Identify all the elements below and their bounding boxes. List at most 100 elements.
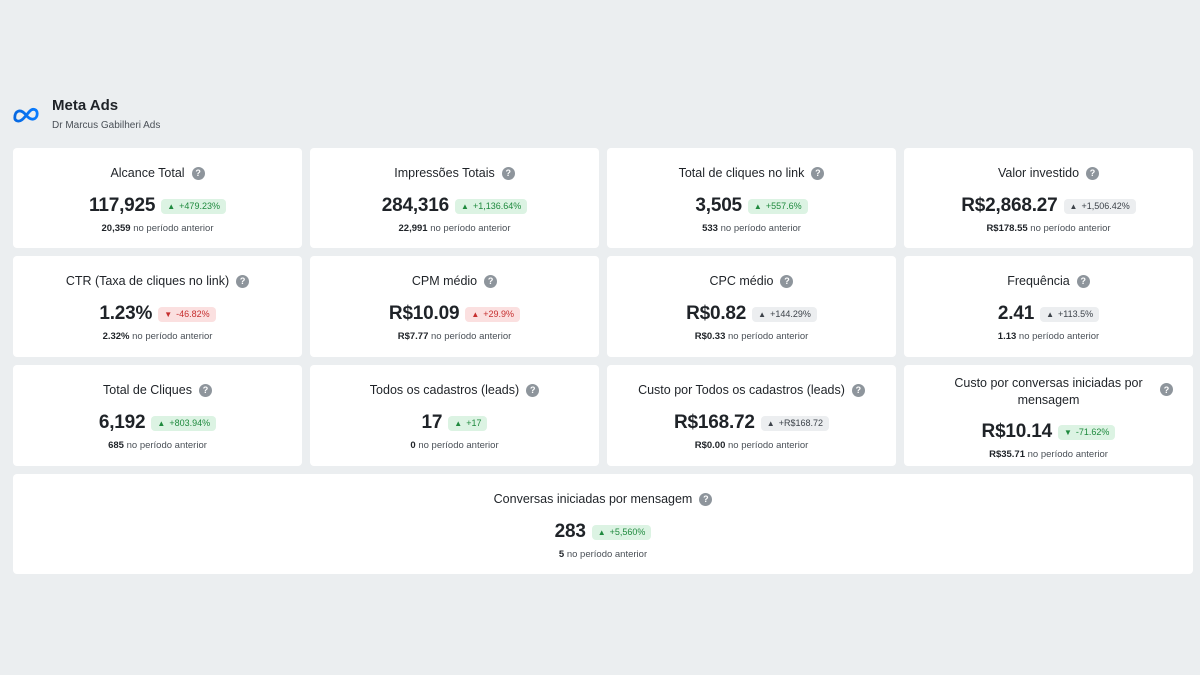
- change-value: +29.9%: [483, 308, 515, 319]
- previous-period: R$0.33 no período anterior: [695, 331, 809, 342]
- metric-value-row: R$10.14 ▼ -71.62%: [982, 421, 1116, 443]
- previous-value: 0: [410, 440, 416, 451]
- app-header: Meta Ads Dr Marcus Gabilheri Ads: [12, 96, 160, 131]
- previous-label: no período anterior: [1018, 331, 1100, 342]
- metric-title: Custo por Todos os cadastros (leads)?: [638, 382, 865, 399]
- previous-value: R$0.00: [694, 440, 726, 451]
- help-icon[interactable]: ?: [484, 275, 498, 288]
- previous-period: 20,359 no período anterior: [102, 223, 214, 234]
- metric-value: 1.23%: [99, 303, 153, 324]
- metric-value: 6,192: [98, 412, 146, 433]
- metric-card: ? Custo por conversas iniciadas por mensa…: [904, 365, 1193, 466]
- metric-value: 283: [554, 521, 586, 542]
- help-icon[interactable]: ?: [699, 493, 713, 506]
- change-badge: ▲ +1,136.64%: [455, 198, 528, 214]
- previous-label: no período anterior: [133, 223, 214, 234]
- change-badge: ▼ -71.62%: [1057, 424, 1116, 440]
- previous-period: 5 no período anterior: [559, 549, 647, 560]
- metric-title-text: Custo por Todos os cadastros (leads): [638, 383, 845, 397]
- account-name: Dr Marcus Gabilheri Ads: [52, 120, 161, 131]
- previous-value: 20,359: [101, 223, 131, 234]
- metric-value: R$0.82: [686, 303, 747, 324]
- help-icon[interactable]: ?: [851, 384, 865, 397]
- help-icon[interactable]: ?: [1160, 383, 1173, 396]
- metric-title-text: CTR (Taxa de cliques no link): [65, 274, 230, 288]
- change-badge: ▲ +144.29%: [752, 306, 817, 322]
- change-badge: ▲ +17: [448, 415, 488, 431]
- arrow-up-icon: ▲: [758, 309, 767, 319]
- change-value: +17: [466, 417, 482, 428]
- metric-title-text: CPC médio: [709, 274, 774, 288]
- metric-title-text: Alcance Total: [110, 166, 185, 180]
- help-icon[interactable]: ?: [526, 384, 540, 397]
- arrow-up-icon: ▲: [1069, 201, 1078, 211]
- metrics-grid: Alcance Total? 117,925 ▲ +479.23% 20,359 no …: [13, 148, 1194, 574]
- help-icon[interactable]: ?: [501, 167, 515, 180]
- previous-period: R$35.71 no período anterior: [989, 449, 1108, 460]
- change-value: +113.5%: [1057, 308, 1094, 319]
- previous-period: 22,991 no período anterior: [399, 223, 511, 234]
- previous-value: R$178.55: [986, 223, 1028, 234]
- previous-value: R$7.77: [397, 331, 429, 342]
- metric-title: Total de Cliques?: [103, 382, 212, 399]
- previous-value: 2.32%: [102, 331, 130, 342]
- metric-value: 3,505: [695, 195, 742, 216]
- previous-label: no período anterior: [720, 223, 801, 234]
- change-value: +479.23%: [179, 200, 220, 211]
- metric-value: R$2,868.27: [961, 195, 1058, 216]
- change-badge: ▲ +R$168.72: [760, 415, 830, 431]
- metric-title-text: Total de cliques no link: [678, 166, 805, 180]
- metric-value-row: R$2,868.27 ▲ +1,506.42%: [961, 195, 1136, 217]
- change-value: +1,506.42%: [1081, 200, 1130, 211]
- metric-title-text: Conversas iniciadas por mensagem: [493, 492, 693, 506]
- help-icon[interactable]: ?: [236, 275, 250, 288]
- metric-title: Custo por conversas iniciadas por mensag…: [934, 375, 1164, 409]
- metric-card: CPC médio? R$0.82 ▲ +144.29% R$0.33 no perío…: [607, 256, 896, 357]
- metric-title-text: Total de Cliques: [103, 383, 192, 397]
- previous-label: no período anterior: [430, 223, 511, 234]
- metric-value-row: 3,505 ▲ +557.6%: [695, 195, 808, 217]
- previous-label: no período anterior: [126, 440, 207, 451]
- change-value: +5,560%: [609, 526, 646, 537]
- metric-value-row: 284,316 ▲ +1,136.64%: [382, 195, 528, 217]
- metric-title: Alcance Total?: [110, 165, 205, 182]
- metric-card: Frequência? 2.41 ▲ +113.5% 1.13 no período a…: [904, 256, 1193, 357]
- previous-label: no período anterior: [728, 440, 809, 451]
- metric-value: R$10.14: [981, 421, 1053, 442]
- previous-period: 533 no período anterior: [702, 223, 801, 234]
- metric-title-text: Impressões Totais: [394, 166, 495, 180]
- help-icon[interactable]: ?: [1076, 275, 1090, 288]
- metric-title: Todos os cadastros (leads)?: [370, 382, 540, 399]
- metric-title: Frequência?: [1007, 273, 1090, 290]
- help-icon[interactable]: ?: [198, 384, 212, 397]
- arrow-down-icon: ▼: [164, 309, 173, 319]
- previous-period: 0 no período anterior: [410, 440, 498, 451]
- help-icon[interactable]: ?: [1086, 167, 1100, 180]
- metric-title-text: CPM médio: [411, 274, 478, 288]
- metric-value: 2.41: [997, 303, 1035, 324]
- help-icon[interactable]: ?: [191, 167, 205, 180]
- arrow-up-icon: ▲: [167, 201, 176, 211]
- metric-card: Impressões Totais? 284,316 ▲ +1,136.64% 22,9…: [310, 148, 599, 248]
- metric-value-row: 6,192 ▲ +803.94%: [98, 412, 217, 434]
- previous-value: 685: [108, 440, 124, 451]
- metric-card: Total de cliques no link? 3,505 ▲ +557.6% 53…: [607, 148, 896, 248]
- change-value: +R$168.72: [778, 417, 824, 428]
- change-badge: ▲ +803.94%: [151, 415, 217, 431]
- change-badge: ▲ +479.23%: [161, 198, 226, 214]
- arrow-up-icon: ▲: [461, 201, 469, 211]
- previous-value: 5: [558, 549, 565, 560]
- previous-period: R$0.00 no período anterior: [695, 440, 809, 451]
- metric-value-row: 117,925 ▲ +479.23%: [89, 195, 226, 217]
- metric-card: Conversas iniciadas por mensagem? 283 ▲ +5,…: [13, 474, 1193, 574]
- arrow-up-icon: ▲: [157, 418, 166, 428]
- arrow-up-icon: ▲: [753, 201, 762, 211]
- metric-value: R$10.09: [388, 303, 460, 324]
- help-icon[interactable]: ?: [811, 167, 825, 180]
- change-badge: ▲ +557.6%: [747, 198, 808, 214]
- metric-title: Total de cliques no link?: [679, 165, 825, 182]
- change-badge: ▲ +113.5%: [1040, 306, 1100, 322]
- help-icon[interactable]: ?: [780, 275, 794, 288]
- previous-label: no período anterior: [418, 440, 499, 451]
- previous-period: 685 no período anterior: [108, 440, 207, 451]
